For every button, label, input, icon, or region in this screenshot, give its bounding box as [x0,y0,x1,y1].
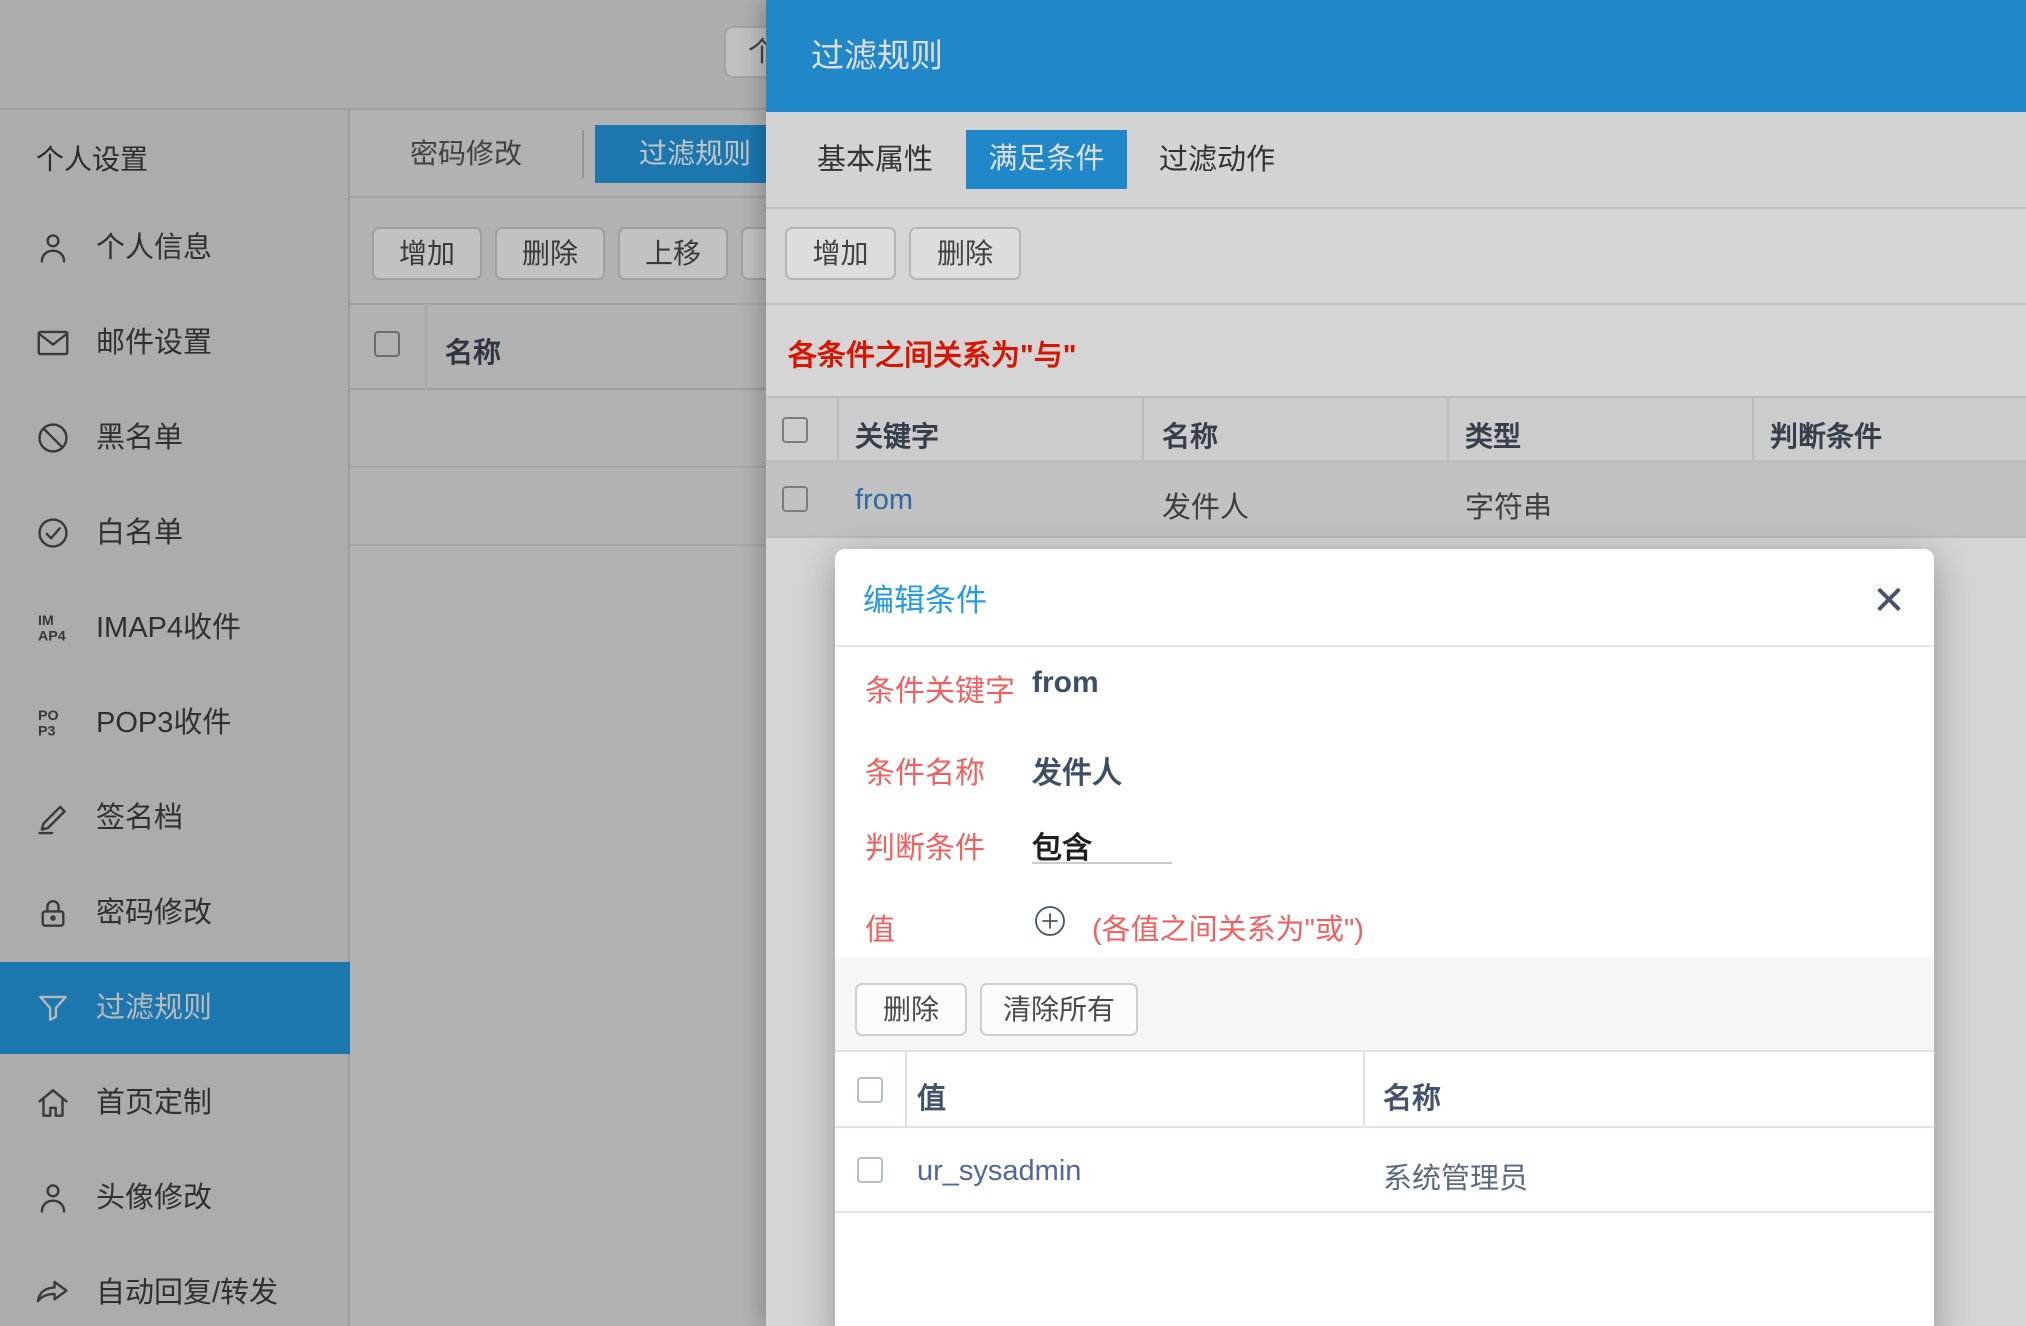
clear-all-button[interactable]: 清除所有 [980,983,1138,1036]
edit-condition-dialog: 编辑条件 ✕ 条件关键字 from 条件名称 发件人 判断条件 包含 值 (各值… [835,549,1934,1326]
divider [835,645,1934,647]
value-toolbar: 删除 清除所有 [835,958,1934,1050]
close-icon[interactable]: ✕ [1865,577,1913,625]
keyword-field-label: 条件关键字 [865,666,1015,710]
name-field-value: 发件人 [1032,748,1122,792]
plus-circle-icon[interactable] [1033,904,1067,938]
condition-field-label: 判断条件 [865,823,985,867]
value-row[interactable]: ur_sysadmin 系统管理员 [835,1128,1934,1213]
screen: 个人设置 个人设置 个人信息 邮件设置 黑名单 白名单 IMAP4 IMAP4收… [0,0,2026,1326]
select-all-checkbox[interactable] [857,1077,883,1103]
values-table-header: 值 名称 [835,1050,1934,1128]
value-relation-note: (各值之间关系为"或") [1092,906,1364,948]
column-header-name: 名称 [1383,1075,1441,1117]
column-header-value: 值 [917,1075,946,1117]
value-cell: ur_sysadmin [917,1155,1081,1188]
name-field-label: 条件名称 [865,748,985,792]
condition-select-underline [1032,862,1172,864]
column-divider [905,1052,907,1126]
keyword-field-value: from [1032,666,1099,700]
row-checkbox[interactable] [857,1157,883,1183]
value-field-label: 值 [865,905,895,949]
column-divider [1363,1052,1365,1126]
condition-select[interactable]: 包含 [1032,823,1092,867]
delete-value-button[interactable]: 删除 [855,983,967,1036]
value-name-cell: 系统管理员 [1383,1155,1528,1197]
dialog-title: 编辑条件 [863,575,987,620]
